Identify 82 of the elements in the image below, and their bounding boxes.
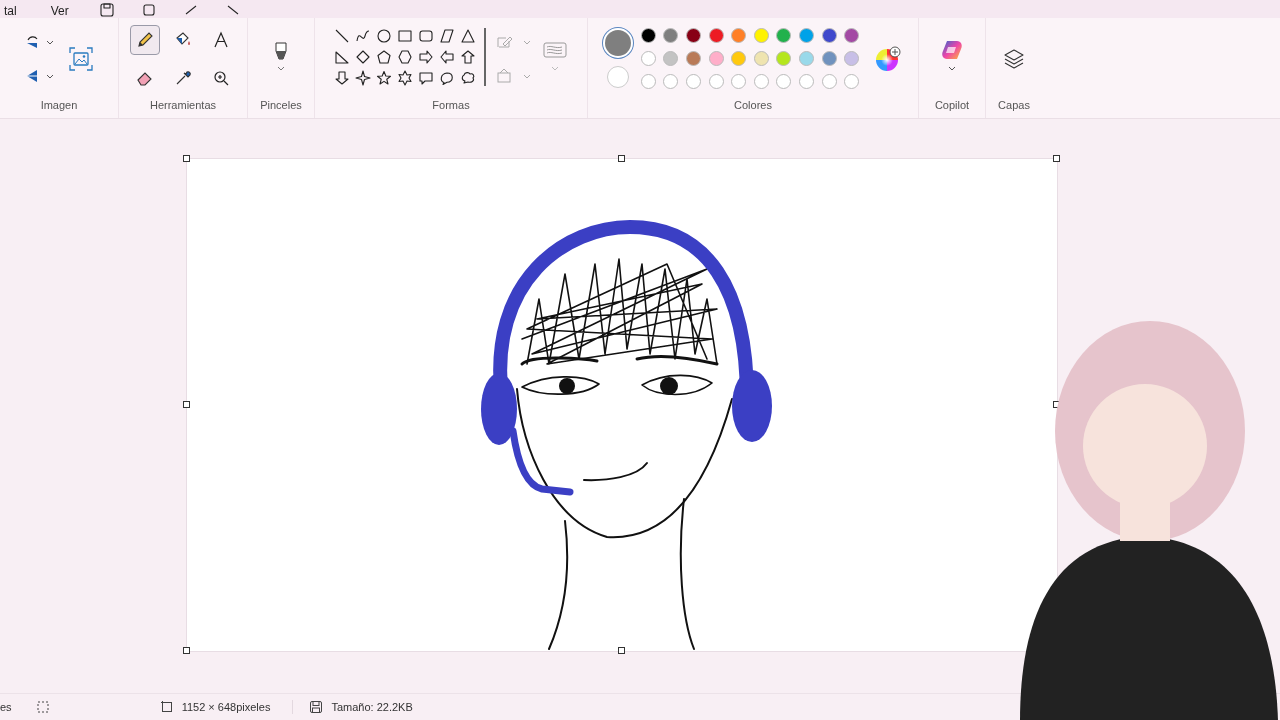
shape-pentagon-icon[interactable] [376,48,392,65]
color-swatch[interactable] [686,51,701,66]
color-swatch[interactable] [640,28,656,43]
group-label: Colores [734,99,772,113]
shape-curve-icon[interactable] [355,27,371,44]
empty-color-slot[interactable] [731,74,747,89]
shape-star6-icon[interactable] [397,69,413,86]
group-label: Herramientas [150,99,216,113]
shape-polygon-icon[interactable] [439,27,455,44]
color-swatch[interactable] [799,28,814,43]
status-text: es [0,701,12,713]
color-swatch[interactable] [844,28,860,43]
shape-callout-rect-icon[interactable] [418,69,434,86]
canvas-dimensions: 1152 × 648pixeles [181,701,271,713]
color-swatch[interactable] [708,28,724,43]
rotate-icon[interactable] [25,33,55,50]
color-swatch[interactable] [686,28,701,43]
square-icon[interactable] [140,2,157,18]
current-color-swatch[interactable] [606,65,629,88]
color-swatch[interactable] [731,28,747,43]
resize-handle[interactable] [183,401,190,408]
shape-triangle-icon[interactable] [460,27,476,44]
file-size: Tamaño: 22.2KB [331,701,413,713]
resize-handle[interactable] [183,155,190,162]
color-swatch[interactable] [776,51,792,66]
brush-icon [273,41,289,73]
color-swatch[interactable] [821,28,837,43]
shape-arrow-up-icon[interactable] [460,48,476,65]
selection-icon [35,700,50,714]
color-wheel-icon[interactable] [875,45,902,72]
save-icon [309,700,324,714]
shape-star4-icon[interactable] [355,69,371,86]
color-swatch[interactable] [776,28,792,43]
menu-item[interactable]: Ver [46,4,73,18]
shape-hexagon-icon[interactable] [397,48,413,65]
resize-handle[interactable] [618,155,625,162]
empty-color-slot[interactable] [844,74,860,89]
shape-line-icon[interactable] [334,27,350,44]
color-swatch[interactable] [731,51,747,66]
empty-color-slot[interactable] [799,74,814,89]
empty-color-slot[interactable] [753,74,769,89]
group-label: Pinceles [260,99,302,113]
resize-handle[interactable] [183,647,190,654]
empty-color-slot[interactable] [708,74,724,89]
color-swatch[interactable] [663,28,679,43]
shape-roundrect-icon[interactable] [418,27,434,44]
shape-arrow-left-icon[interactable] [439,48,455,65]
tool-button[interactable] [130,24,160,55]
shape-arrow-right-icon[interactable] [418,48,434,65]
empty-color-slot[interactable] [663,74,679,89]
shape-star5-icon[interactable] [376,69,392,86]
color-swatch[interactable] [799,51,814,66]
resize-handle[interactable] [618,647,625,654]
empty-color-slot[interactable] [640,74,656,89]
drawing-canvas[interactable] [186,158,1058,652]
color-swatch[interactable] [844,51,860,66]
group-label: Imagen [40,99,78,113]
current-color-swatch[interactable] [604,29,631,56]
layers-icon[interactable] [1003,47,1025,70]
color-swatch[interactable] [753,28,769,43]
group-label: Copilot [934,99,970,113]
empty-color-slot[interactable] [686,74,701,89]
shape-rect-icon[interactable] [397,27,413,44]
resize-handle[interactable] [1053,155,1060,162]
color-swatch[interactable] [640,51,656,66]
color-swatch[interactable] [753,51,769,66]
color-swatch[interactable] [663,51,679,66]
resize-image-icon[interactable] [69,46,93,71]
shape-callout-cloud-icon[interactable] [460,69,476,86]
save-icon[interactable] [98,2,115,18]
menu-item[interactable]: tal [0,4,21,18]
shape-arrow-down-icon[interactable] [334,69,350,86]
color-swatch[interactable] [821,51,837,66]
group-label: Capas [998,99,1030,113]
group-label: Formas [432,99,470,113]
shape-diamond-icon[interactable] [355,48,371,65]
empty-color-slot[interactable] [776,74,792,89]
canvas-size-icon [159,700,174,714]
flip-icon[interactable] [25,67,55,84]
color-swatch[interactable] [708,51,724,66]
empty-color-slot[interactable] [821,74,837,89]
shape-oval-icon[interactable] [376,27,392,44]
